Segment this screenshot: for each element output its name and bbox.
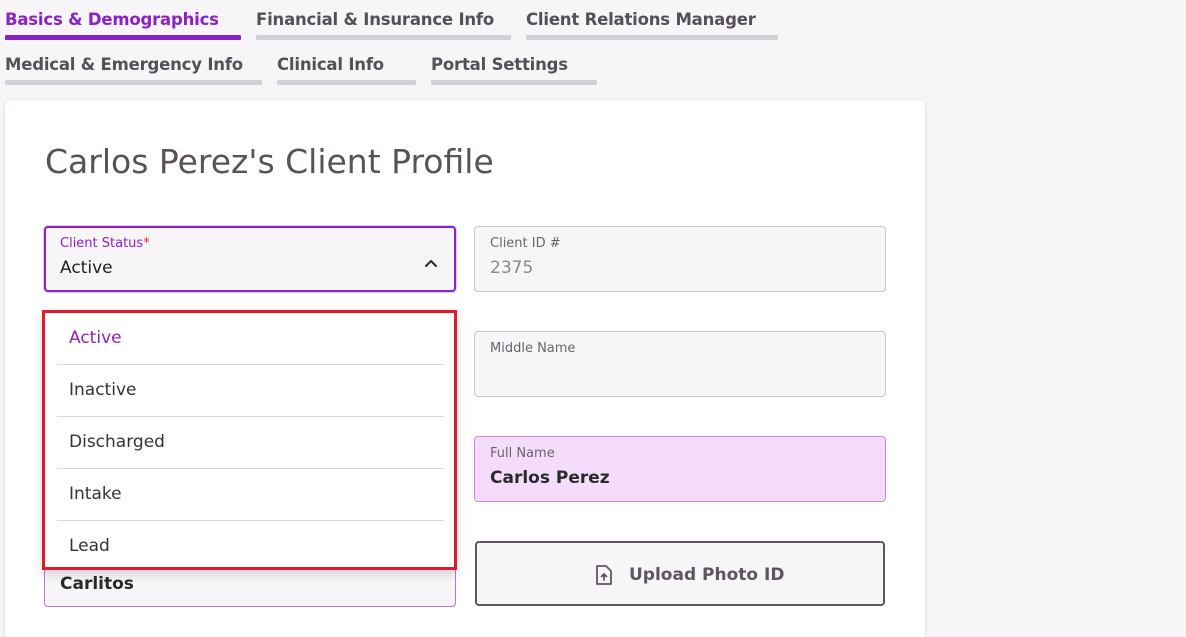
status-option-active[interactable]: Active [57, 313, 444, 365]
tab-label: Medical & Emergency Info [5, 55, 243, 74]
tab-clinical-info[interactable]: Clinical Info [277, 45, 416, 85]
tab-financial-insurance[interactable]: Financial & Insurance Info [256, 0, 511, 40]
file-upload-icon [596, 565, 612, 585]
nickname-value: Carlitos [60, 574, 134, 594]
option-label: Active [69, 328, 122, 348]
client-id-value: 2375 [490, 258, 534, 278]
full-name-value: Carlos Perez [490, 468, 610, 488]
client-status-select[interactable]: Client Status* Active [44, 226, 456, 292]
middle-name-field[interactable]: Middle Name [474, 331, 886, 397]
upload-photo-id-button[interactable]: Upload Photo ID [475, 541, 885, 606]
tab-label: Client Relations Manager [526, 10, 756, 29]
status-option-inactive[interactable]: Inactive [57, 365, 444, 417]
tab-label: Portal Settings [431, 55, 568, 74]
tab-label: Clinical Info [277, 55, 384, 74]
tab-underline [277, 80, 416, 85]
full-name-field: Full Name Carlos Perez [474, 436, 886, 502]
status-option-intake[interactable]: Intake [57, 469, 444, 521]
status-option-discharged[interactable]: Discharged [57, 417, 444, 469]
client-id-field: Client ID # 2375 [474, 226, 886, 292]
tab-portal-settings[interactable]: Portal Settings [431, 45, 597, 85]
chevron-up-icon [425, 260, 437, 267]
tab-label: Basics & Demographics [5, 10, 219, 29]
page-title: Carlos Perez's Client Profile [45, 142, 494, 181]
tab-medical-emergency[interactable]: Medical & Emergency Info [5, 45, 262, 85]
client-status-label: Client Status* [60, 236, 150, 251]
option-label: Inactive [69, 380, 137, 400]
tab-underline [431, 80, 597, 85]
option-label: Discharged [69, 432, 165, 452]
tab-client-relations-manager[interactable]: Client Relations Manager [526, 0, 778, 40]
status-option-lead[interactable]: Lead [57, 521, 444, 573]
tab-basics-demographics[interactable]: Basics & Demographics [5, 0, 241, 40]
client-status-dropdown-menu: Active Inactive Discharged Intake Lead [42, 310, 457, 570]
tab-underline [526, 35, 778, 40]
full-name-label: Full Name [490, 446, 555, 461]
tab-underline [5, 35, 241, 40]
client-id-label: Client ID # [490, 236, 561, 251]
tab-underline [256, 35, 511, 40]
middle-name-label: Middle Name [490, 341, 576, 356]
tab-label: Financial & Insurance Info [256, 10, 495, 29]
upload-photo-id-label: Upload Photo ID [629, 565, 785, 585]
option-label: Intake [69, 484, 122, 504]
tab-underline [5, 80, 262, 85]
required-mark: * [143, 236, 150, 251]
option-label: Lead [69, 536, 110, 556]
client-status-value: Active [60, 258, 113, 278]
